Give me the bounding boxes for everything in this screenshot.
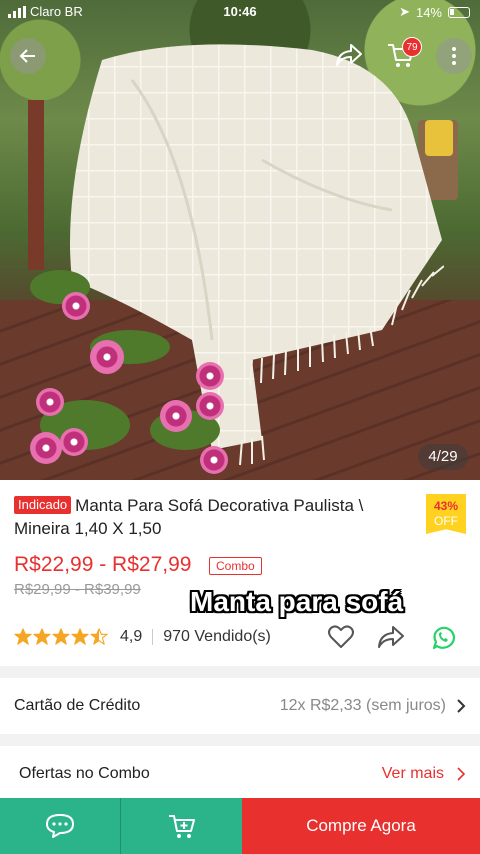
petunia-flower bbox=[160, 400, 192, 432]
star-icon bbox=[90, 628, 108, 645]
petunia-flower bbox=[196, 362, 224, 390]
petunia-flower bbox=[60, 428, 88, 456]
combo-offers-label: Ofertas no Combo bbox=[19, 765, 150, 782]
add-to-cart-icon bbox=[168, 815, 195, 838]
rating-value: 4,9 bbox=[120, 628, 143, 645]
star-icon bbox=[52, 628, 70, 645]
petunia-flower bbox=[90, 340, 124, 374]
combo-offers-row[interactable]: Ofertas no Combo Ver mais bbox=[0, 748, 480, 800]
petunia-flower bbox=[196, 392, 224, 420]
price-range: R$22,99 - R$27,99 bbox=[14, 553, 192, 576]
image-counter: 4/29 bbox=[418, 444, 468, 470]
bottom-action-bar: Compre Agora bbox=[0, 798, 480, 854]
whatsapp-button[interactable] bbox=[429, 624, 457, 657]
discount-percent: 43% bbox=[433, 499, 459, 513]
location-icon: ➤ bbox=[399, 4, 410, 19]
credit-card-label: Cartão de Crédito bbox=[14, 697, 141, 714]
chevron-right-icon bbox=[457, 767, 466, 781]
petunia-flower bbox=[36, 388, 64, 416]
battery-percent: 14% bbox=[415, 4, 442, 20]
cart-count-badge: 79 bbox=[402, 37, 422, 57]
share-icon bbox=[378, 626, 404, 648]
chat-icon bbox=[46, 814, 74, 838]
rating-stars bbox=[14, 628, 108, 646]
section-divider bbox=[0, 666, 480, 678]
share-button-top[interactable] bbox=[335, 42, 363, 73]
star-icon bbox=[33, 628, 51, 645]
video-caption: Manta para sofá bbox=[190, 586, 404, 617]
discount-badge: 43% OFF bbox=[426, 494, 466, 534]
see-more-link[interactable]: Ver mais bbox=[382, 765, 444, 783]
whatsapp-icon bbox=[432, 626, 456, 650]
combo-tag: Combo bbox=[209, 557, 262, 575]
installments-value: 12x R$2,33 (sem juros) bbox=[279, 697, 446, 714]
share-button[interactable] bbox=[377, 624, 405, 655]
recommended-tag: Indicado bbox=[14, 496, 72, 514]
divider bbox=[152, 629, 154, 645]
buy-now-button[interactable]: Compre Agora bbox=[242, 798, 480, 854]
credit-card-row[interactable]: Cartão de Crédito 12x R$2,33 (sem juros) bbox=[0, 680, 480, 732]
status-bar: Claro BR 10:46 ➤ 14% bbox=[0, 0, 480, 24]
battery-icon bbox=[448, 6, 470, 18]
arrow-left-icon bbox=[19, 49, 35, 63]
status-right: ➤ 14% bbox=[399, 4, 470, 20]
add-to-cart-button[interactable] bbox=[121, 798, 242, 854]
petunia-flower bbox=[200, 446, 228, 474]
favorite-button[interactable] bbox=[327, 624, 355, 655]
wooden-post bbox=[28, 100, 44, 270]
old-price: R$29,99 - R$39,99 bbox=[14, 581, 141, 598]
rating-row: 4,9 970 Vendido(s) bbox=[14, 624, 271, 650]
share-icon bbox=[336, 44, 362, 66]
petunia-flower bbox=[30, 432, 62, 464]
more-vertical-icon bbox=[452, 47, 456, 65]
chat-button[interactable] bbox=[0, 798, 121, 854]
product-title-row: Indicado Manta Para Sofá Decorativa Pauli… bbox=[14, 494, 414, 540]
star-icon bbox=[14, 628, 32, 645]
chevron-right-icon bbox=[457, 699, 466, 713]
sold-count: 970 Vendido(s) bbox=[163, 628, 271, 645]
discount-off: OFF bbox=[434, 514, 458, 528]
heart-icon bbox=[328, 625, 354, 648]
star-icon bbox=[71, 628, 89, 645]
blanket-illustration bbox=[70, 44, 444, 466]
petunia-flower bbox=[62, 292, 90, 320]
section-divider bbox=[0, 734, 480, 746]
more-button[interactable] bbox=[436, 38, 472, 74]
back-button[interactable] bbox=[10, 38, 46, 74]
